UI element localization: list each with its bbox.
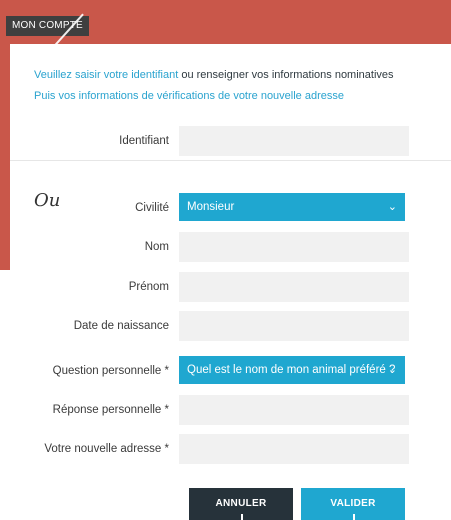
prenom-label: Prénom — [128, 281, 169, 293]
civilite-select[interactable]: Monsieur ⌄ — [179, 193, 405, 221]
intro-rest: ou renseigner vos informations nominativ… — [178, 69, 394, 81]
prenom-input[interactable] — [179, 272, 409, 302]
cancel-button[interactable]: ANNULER — [189, 488, 293, 520]
ou-handwritten-text: Ou — [34, 190, 61, 211]
identifiant-input[interactable] — [179, 126, 409, 156]
question-select[interactable]: Quel est le nom de mon animal préféré ? … — [179, 356, 405, 384]
button-tick — [241, 514, 243, 520]
cancel-button-label: ANNULER — [215, 498, 267, 509]
naissance-input[interactable] — [179, 311, 409, 341]
question-value: Quel est le nom de mon animal préféré ? — [187, 364, 396, 376]
intro-line-1: Veuillez saisir votre identifiant ou ren… — [34, 68, 394, 82]
naissance-label: Date de naissance — [73, 320, 169, 332]
button-tick — [353, 514, 355, 520]
intro-highlight: Veuillez saisir votre identifiant — [34, 69, 179, 81]
chevron-down-icon: ⌄ — [387, 201, 397, 213]
submit-button-label: VALIDER — [330, 498, 376, 509]
header-stripe — [0, 0, 10, 270]
reponse-label: Réponse personnelle * — [52, 404, 169, 416]
civilite-value: Monsieur — [187, 201, 235, 213]
question-label: Question personnelle * — [52, 365, 169, 377]
chevron-down-icon: ⌄ — [387, 364, 397, 376]
identifiant-label: Identifiant — [119, 135, 169, 147]
reponse-input[interactable] — [179, 395, 409, 425]
adresse-input[interactable] — [179, 434, 409, 464]
intro-line-2: Puis vos informations de vérifications d… — [34, 90, 344, 102]
civilite-label: Civilité — [135, 202, 169, 214]
nom-label: Nom — [144, 241, 169, 253]
submit-button[interactable]: VALIDER — [301, 488, 405, 520]
nom-input[interactable] — [179, 232, 409, 262]
section-divider — [10, 160, 451, 161]
adresse-label: Votre nouvelle adresse * — [44, 443, 169, 455]
